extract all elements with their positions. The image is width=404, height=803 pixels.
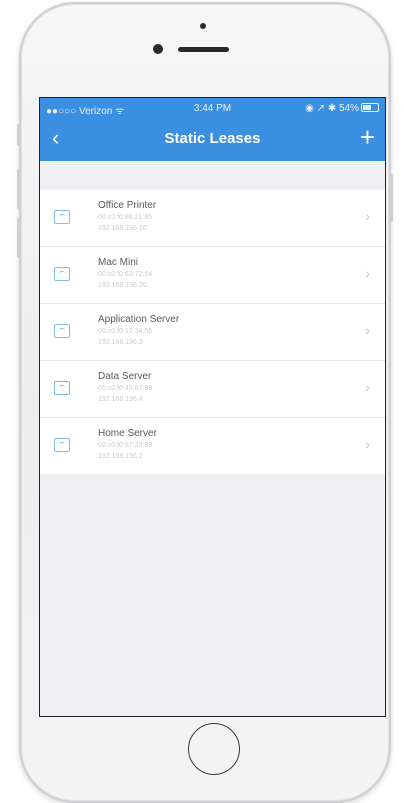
earpiece-speaker [178, 47, 229, 52]
header: ●●○○○ Verizon ᯤ 3:44 PM ◉ ↗ ✱ 54% ‹ Stat… [40, 98, 385, 161]
lease-name: Application Server [98, 314, 180, 325]
top-camera [200, 23, 206, 29]
volume-up-button [17, 169, 20, 209]
lease-mac: 00:c0:f0:12:34:56 [98, 328, 153, 335]
lease-name: Data Server [98, 371, 152, 382]
lease-ip: 192.168.196.20 [98, 282, 147, 289]
lease-ip: 192.168.196.10 [98, 225, 147, 232]
lease-mac: 00:c0:f0:88:21:85 [98, 214, 153, 221]
device-wifi-icon [54, 267, 70, 281]
home-button[interactable] [188, 723, 240, 775]
volume-down-button [17, 218, 20, 258]
lease-row-office-printer[interactable]: Office Printer 00:c0:f0:88:21:85 192.168… [40, 190, 385, 247]
lease-row-application-server[interactable]: Application Server 00:c0:f0:12:34:56 192… [40, 304, 385, 361]
power-button [390, 174, 393, 222]
screen: ●●○○○ Verizon ᯤ 3:44 PM ◉ ↗ ✱ 54% ‹ Stat… [39, 97, 386, 717]
battery-icon [361, 103, 379, 112]
device-wifi-icon [54, 438, 70, 452]
lease-mac: 00:c0:f0:87:23:89 [98, 442, 153, 449]
lease-ip: 192.168.196.3 [98, 339, 143, 346]
device-wifi-icon [54, 381, 70, 395]
lease-name: Office Printer [98, 200, 157, 211]
lease-ip: 192.168.196.2 [98, 453, 143, 460]
navigation-bar: ‹ Static Leases + [40, 120, 385, 161]
chevron-right-icon: › [365, 208, 370, 224]
front-camera [153, 44, 163, 54]
lease-name: Mac Mini [98, 257, 139, 268]
status-indicators: ◉ ↗ ✱ 54% [305, 103, 379, 114]
device-wifi-icon [54, 324, 70, 338]
status-bar: ●●○○○ Verizon ᯤ 3:44 PM ◉ ↗ ✱ 54% [40, 98, 385, 118]
device-wifi-icon [54, 210, 70, 224]
lease-mac: 00:c0:f0:63:72:54 [98, 271, 153, 278]
lease-mac: 00:c0:f0:45:67:89 [98, 385, 153, 392]
lease-name: Home Server [98, 428, 157, 439]
mute-switch [17, 124, 20, 146]
add-lease-button[interactable]: + [360, 123, 375, 151]
lease-row-mac-mini[interactable]: Mac Mini 00:c0:f0:63:72:54 192.168.196.2… [40, 247, 385, 304]
lease-list: Office Printer 00:c0:f0:88:21:85 192.168… [40, 190, 385, 474]
chevron-right-icon: › [365, 322, 370, 338]
chevron-right-icon: › [365, 379, 370, 395]
chevron-right-icon: › [365, 265, 370, 281]
lease-row-data-server[interactable]: Data Server 00:c0:f0:45:67:89 192.168.19… [40, 361, 385, 418]
lease-ip: 192.168.196.4 [98, 396, 143, 403]
chevron-right-icon: › [365, 436, 370, 452]
lease-row-home-server[interactable]: Home Server 00:c0:f0:87:23:89 192.168.19… [40, 418, 385, 474]
status-icons: ◉ ↗ ✱ 54% [305, 103, 359, 114]
page-title: Static Leases [164, 130, 261, 147]
